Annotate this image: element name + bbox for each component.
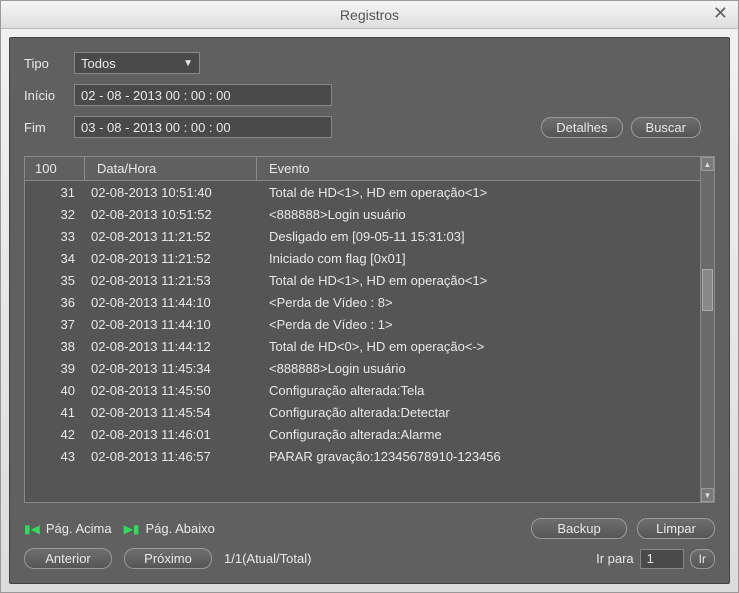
table-row[interactable]: 4002-08-2013 11:45:50Configuração altera… — [25, 379, 714, 401]
close-icon[interactable]: ✕ — [713, 3, 728, 24]
backup-button[interactable]: Backup — [531, 518, 627, 539]
row-index: 35 — [25, 273, 85, 288]
page-down-icon[interactable]: ▶▮ — [124, 522, 140, 536]
table-row[interactable]: 3802-08-2013 11:44:12Total de HD<0>, HD … — [25, 335, 714, 357]
row-index: 41 — [25, 405, 85, 420]
next-button[interactable]: Próximo — [124, 548, 212, 569]
row-event: Configuração alterada:Detectar — [257, 405, 714, 420]
row-index: 38 — [25, 339, 85, 354]
row-index: 34 — [25, 251, 85, 266]
clear-button[interactable]: Limpar — [637, 518, 715, 539]
window: Registros ✕ Tipo Todos ▼ Início 02 - 08 … — [0, 0, 739, 593]
row-event: <Perda de Vídeo : 1> — [257, 317, 714, 332]
titlebar: Registros ✕ — [1, 1, 738, 29]
page-down-label[interactable]: Pág. Abaixo — [145, 521, 214, 536]
scroll-up-icon[interactable]: ▲ — [701, 157, 714, 171]
window-title: Registros — [340, 7, 399, 23]
table-row[interactable]: 3302-08-2013 11:21:52Desligado em [09-05… — [25, 225, 714, 247]
row-event: <888888>Login usuário — [257, 207, 714, 222]
row-event: Total de HD<0>, HD em operação<-> — [257, 339, 714, 354]
row-datetime: 02-08-2013 11:46:01 — [85, 427, 257, 442]
row-datetime: 02-08-2013 11:21:53 — [85, 273, 257, 288]
chevron-down-icon: ▼ — [183, 58, 193, 69]
page-up-label[interactable]: Pág. Acima — [46, 521, 112, 536]
row-event: <Perda de Vídeo : 8> — [257, 295, 714, 310]
row-index: 40 — [25, 383, 85, 398]
go-button[interactable]: Ir — [690, 549, 715, 569]
type-label: Tipo — [24, 56, 66, 71]
row-datetime: 02-08-2013 11:21:52 — [85, 251, 257, 266]
end-datetime-input[interactable]: 03 - 08 - 2013 00 : 00 : 00 — [74, 116, 332, 138]
start-label: Início — [24, 88, 66, 103]
row-index: 42 — [25, 427, 85, 442]
table-row[interactable]: 3402-08-2013 11:21:52Iniciado com flag [… — [25, 247, 714, 269]
row-event: Total de HD<1>, HD em operação<1> — [257, 185, 714, 200]
start-value: 02 - 08 - 2013 00 : 00 : 00 — [81, 88, 231, 103]
end-label: Fim — [24, 120, 66, 135]
col-event[interactable]: Evento — [257, 157, 714, 180]
goto-input[interactable]: 1 — [640, 549, 684, 569]
row-index: 39 — [25, 361, 85, 376]
type-row: Tipo Todos ▼ — [24, 52, 715, 74]
col-datetime[interactable]: Data/Hora — [85, 157, 257, 180]
row-datetime: 02-08-2013 11:45:54 — [85, 405, 257, 420]
start-row: Início 02 - 08 - 2013 00 : 00 : 00 — [24, 84, 715, 106]
table-row[interactable]: 3902-08-2013 11:45:34<888888>Login usuár… — [25, 357, 714, 379]
details-button[interactable]: Detalhes — [541, 117, 622, 138]
scroll-thumb[interactable] — [702, 269, 713, 311]
type-select[interactable]: Todos ▼ — [74, 52, 200, 74]
row-datetime: 02-08-2013 11:45:50 — [85, 383, 257, 398]
table-row[interactable]: 3502-08-2013 11:21:53Total de HD<1>, HD … — [25, 269, 714, 291]
type-value: Todos — [81, 56, 116, 71]
row-event: Configuração alterada:Alarme — [257, 427, 714, 442]
row-datetime: 02-08-2013 11:45:34 — [85, 361, 257, 376]
log-table: 100 Data/Hora Evento 3102-08-2013 10:51:… — [24, 156, 715, 503]
page-up-icon[interactable]: ▮◀ — [24, 522, 40, 536]
row-datetime: 02-08-2013 11:21:52 — [85, 229, 257, 244]
row-datetime: 02-08-2013 11:44:12 — [85, 339, 257, 354]
row-event: Total de HD<1>, HD em operação<1> — [257, 273, 714, 288]
row-datetime: 02-08-2013 10:51:40 — [85, 185, 257, 200]
table-row[interactable]: 3202-08-2013 10:51:52<888888>Login usuár… — [25, 203, 714, 225]
content-panel: Tipo Todos ▼ Início 02 - 08 - 2013 00 : … — [9, 37, 730, 584]
end-value: 03 - 08 - 2013 00 : 00 : 00 — [81, 120, 231, 135]
row-index: 31 — [25, 185, 85, 200]
col-total[interactable]: 100 — [25, 157, 85, 180]
search-button[interactable]: Buscar — [631, 117, 701, 138]
previous-button[interactable]: Anterior — [24, 548, 112, 569]
goto-value: 1 — [647, 551, 654, 566]
row-event: PARAR gravação:12345678910-123456 — [257, 449, 714, 464]
table-row[interactable]: 4102-08-2013 11:45:54Configuração altera… — [25, 401, 714, 423]
table-row[interactable]: 3602-08-2013 11:44:10<Perda de Vídeo : 8… — [25, 291, 714, 313]
table-row[interactable]: 3102-08-2013 10:51:40Total de HD<1>, HD … — [25, 181, 714, 203]
table-header: 100 Data/Hora Evento — [25, 157, 714, 181]
scroll-down-icon[interactable]: ▼ — [701, 488, 714, 502]
table-row[interactable]: 4202-08-2013 11:46:01Configuração altera… — [25, 423, 714, 445]
row-index: 43 — [25, 449, 85, 464]
row-event: Iniciado com flag [0x01] — [257, 251, 714, 266]
row-datetime: 02-08-2013 11:44:10 — [85, 295, 257, 310]
row-datetime: 02-08-2013 11:44:10 — [85, 317, 257, 332]
row-index: 33 — [25, 229, 85, 244]
table-body: 3102-08-2013 10:51:40Total de HD<1>, HD … — [25, 181, 714, 502]
goto-label: Ir para — [596, 551, 634, 566]
end-row: Fim 03 - 08 - 2013 00 : 00 : 00 Detalhes… — [24, 116, 715, 138]
start-datetime-input[interactable]: 02 - 08 - 2013 00 : 00 : 00 — [74, 84, 332, 106]
footer: ▮◀ Pág. Acima ▶▮ Pág. Abaixo Backup Limp… — [24, 521, 715, 569]
row-datetime: 02-08-2013 11:46:57 — [85, 449, 257, 464]
row-index: 36 — [25, 295, 85, 310]
pager-row: ▮◀ Pág. Acima ▶▮ Pág. Abaixo Backup Limp… — [24, 521, 715, 536]
row-event: <888888>Login usuário — [257, 361, 714, 376]
table-row[interactable]: 3702-08-2013 11:44:10<Perda de Vídeo : 1… — [25, 313, 714, 335]
row-index: 37 — [25, 317, 85, 332]
row-event: Configuração alterada:Tela — [257, 383, 714, 398]
page-info: 1/1(Atual/Total) — [224, 551, 311, 566]
row-event: Desligado em [09-05-11 15:31:03] — [257, 229, 714, 244]
row-datetime: 02-08-2013 10:51:52 — [85, 207, 257, 222]
table-row[interactable]: 4302-08-2013 11:46:57PARAR gravação:1234… — [25, 445, 714, 467]
scrollbar[interactable]: ▲ ▼ — [700, 157, 714, 502]
bottom-row: Anterior Próximo 1/1(Atual/Total) Ir par… — [24, 548, 715, 569]
row-index: 32 — [25, 207, 85, 222]
